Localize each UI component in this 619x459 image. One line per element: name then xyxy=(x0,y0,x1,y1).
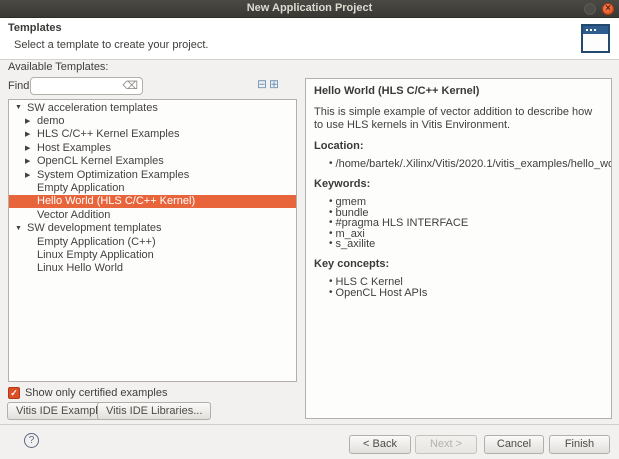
tree-arrow-icon[interactable]: ▶ xyxy=(25,157,37,165)
tree-item-label: Hello World (HLS C/C++ Kernel) xyxy=(37,195,195,207)
location-label: Location: xyxy=(314,140,603,152)
back-button[interactable]: < Back xyxy=(349,435,411,454)
tree-item[interactable]: ▶ OpenCL Kernel Examples xyxy=(9,155,296,168)
templates-tree: ▼ SW acceleration templates ▶ demo ▶ HLS… xyxy=(8,99,297,382)
template-description: This is simple example of vector additio… xyxy=(314,106,604,131)
key-concepts-label: Key concepts: xyxy=(314,258,603,270)
next-button[interactable]: Next > xyxy=(415,435,477,454)
key-concept-item: • OpenCL Host APIs xyxy=(329,288,603,298)
tree-item-label: Host Examples xyxy=(37,142,111,154)
tree-item[interactable]: Empty Application (C++) xyxy=(9,235,296,248)
tree-item-label: Empty Application (C++) xyxy=(37,236,156,248)
bullet-icon: • xyxy=(329,288,333,298)
tree-item[interactable]: Vector Addition xyxy=(9,208,296,221)
tree-item[interactable]: Linux Hello World xyxy=(9,262,296,275)
tree-item[interactable]: ▶ System Optimization Examples xyxy=(9,168,296,181)
find-box: ⌫ xyxy=(30,77,143,95)
footer-bar: ? < Back Next > Cancel Finish xyxy=(0,424,619,459)
find-label: Find: xyxy=(8,80,32,92)
template-title: Hello World (HLS C/C++ Kernel) xyxy=(314,85,603,97)
page-subtitle: Select a template to create your project… xyxy=(14,39,208,51)
location-list: • /home/bartek/.Xilinx/Vitis/2020.1/viti… xyxy=(314,159,603,169)
new-application-project-dialog: New Application Project × Templates Sele… xyxy=(0,0,619,459)
certified-checkbox[interactable]: ✓ xyxy=(8,387,20,399)
close-icon: × xyxy=(603,4,613,14)
titlebar[interactable]: New Application Project × xyxy=(0,0,619,18)
tree-item-label: HLS C/C++ Kernel Examples xyxy=(37,128,179,140)
certified-checkbox-label: Show only certified examples xyxy=(25,387,167,399)
keyword-text: s_axilite xyxy=(336,239,376,249)
tree-item-label: System Optimization Examples xyxy=(37,169,189,181)
clear-input-icon[interactable]: ⌫ xyxy=(122,79,138,92)
tree-item[interactable]: Hello World (HLS C/C++ Kernel) xyxy=(9,195,296,208)
bullet-icon: • xyxy=(329,159,333,169)
maximize-button[interactable] xyxy=(584,3,596,15)
tree-arrow-icon[interactable]: ▶ xyxy=(25,117,37,125)
tree-arrow-icon[interactable]: ▼ xyxy=(15,104,27,111)
window-title: New Application Project xyxy=(0,0,619,17)
tree-item-label: Linux Empty Application xyxy=(37,249,154,261)
collapse-all-icon[interactable]: ⊟ xyxy=(257,79,269,91)
tree-item[interactable]: ▼ SW acceleration templates xyxy=(9,101,296,114)
help-icon: ? xyxy=(29,435,35,446)
tree-item[interactable]: ▶ demo xyxy=(9,114,296,127)
close-button[interactable]: × xyxy=(602,3,614,15)
tree-arrow-icon[interactable]: ▼ xyxy=(15,225,27,232)
tree-arrow-icon[interactable]: ▶ xyxy=(25,171,37,179)
wizard-header: Templates Select a template to create yo… xyxy=(0,18,619,60)
tree-item[interactable]: Linux Empty Application xyxy=(9,248,296,261)
template-details-panel: Hello World (HLS C/C++ Kernel) This is s… xyxy=(305,78,612,419)
tree-item[interactable]: ▶ Host Examples xyxy=(9,141,296,154)
vitis-ide-libraries-button[interactable]: Vitis IDE Libraries... xyxy=(97,402,211,420)
check-icon: ✓ xyxy=(9,388,19,399)
keywords-label: Keywords: xyxy=(314,178,603,190)
available-templates-label: Available Templates: xyxy=(8,61,109,73)
tree-arrow-icon[interactable]: ▶ xyxy=(25,130,37,138)
tree-item-label: demo xyxy=(37,115,65,127)
keyword-item: • s_axilite xyxy=(329,239,603,249)
tree-item-label: SW development templates xyxy=(27,222,162,234)
tree-arrow-icon[interactable]: ▶ xyxy=(25,144,37,152)
key-concept-text: OpenCL Host APIs xyxy=(336,288,428,298)
tree-item-label: OpenCL Kernel Examples xyxy=(37,155,164,167)
tree-item[interactable]: ▼ SW development templates xyxy=(9,222,296,235)
tree-item[interactable]: ▶ HLS C/C++ Kernel Examples xyxy=(9,128,296,141)
tree-item-label: SW acceleration templates xyxy=(27,102,158,114)
help-button[interactable]: ? xyxy=(24,433,39,448)
tree-item-label: Linux Hello World xyxy=(37,262,123,274)
find-input[interactable] xyxy=(34,79,124,93)
keywords-list: • gmem • bundle • #pragma HLS INTERFACE … xyxy=(314,197,603,249)
expand-all-icon[interactable]: ⊞ xyxy=(269,79,281,91)
finish-button[interactable]: Finish xyxy=(549,435,610,454)
wizard-banner-icon-titlebar xyxy=(583,26,608,34)
tree-item[interactable]: Empty Application xyxy=(9,181,296,194)
cancel-button[interactable]: Cancel xyxy=(484,435,544,454)
location-item: • /home/bartek/.Xilinx/Vitis/2020.1/viti… xyxy=(329,159,603,169)
key-concepts-list: • HLS C Kernel • OpenCL Host APIs xyxy=(314,277,603,298)
wizard-banner-icon xyxy=(581,24,610,53)
tree-item-label: Vector Addition xyxy=(37,209,110,221)
page-title: Templates xyxy=(8,22,62,34)
keyword-item: • gmem xyxy=(329,197,603,207)
tree-item-label: Empty Application xyxy=(37,182,124,194)
location-path: /home/bartek/.Xilinx/Vitis/2020.1/vitis_… xyxy=(336,159,612,169)
keyword-item: • #pragma HLS INTERFACE xyxy=(329,218,603,228)
bullet-icon: • xyxy=(329,239,333,249)
